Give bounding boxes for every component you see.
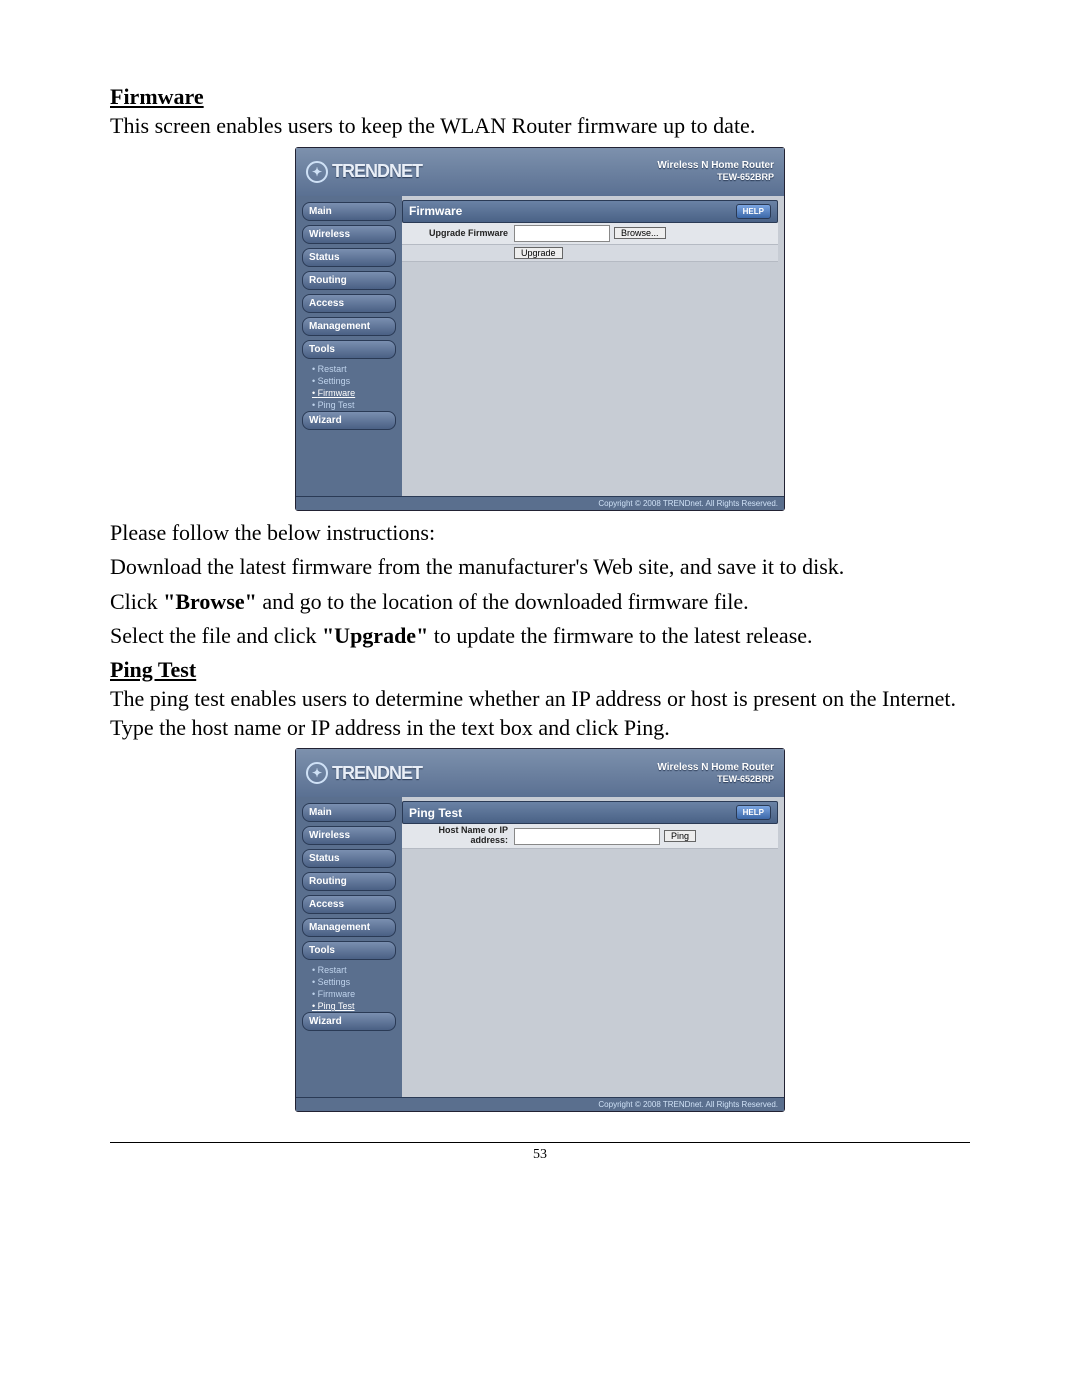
firmware-screenshot: ✦ TRENDNET Wireless N Home Router TEW-65…: [295, 147, 785, 511]
brand-logo: ✦ TRENDNET: [306, 762, 422, 784]
brand-text: TRENDNET: [332, 763, 422, 784]
header-right: Wireless N Home Router TEW-652BRP: [657, 762, 774, 785]
nav-management[interactable]: Management: [302, 317, 396, 336]
nav-access[interactable]: Access: [302, 294, 396, 313]
subnav-firmware[interactable]: Firmware: [302, 387, 396, 399]
nav-wireless[interactable]: Wireless: [302, 225, 396, 244]
content-title: Firmware: [409, 204, 462, 218]
help-button[interactable]: HELP: [736, 204, 771, 219]
instruction-1: Download the latest firmware from the ma…: [110, 553, 970, 582]
ping-screenshot: ✦ TRENDNET Wireless N Home Router TEW-65…: [295, 748, 785, 1112]
instruction-3: Select the file and click "Upgrade" to u…: [110, 622, 970, 651]
upgrade-action-row: Upgrade: [402, 245, 778, 262]
brand-text: TRENDNET: [332, 161, 422, 182]
subnav-restart[interactable]: Restart: [302, 363, 396, 375]
sidebar: Main Wireless Status Routing Access Mana…: [296, 797, 402, 1097]
firmware-heading: Firmware: [110, 84, 970, 110]
router-footer: Copyright © 2008 TRENDnet. All Rights Re…: [296, 1097, 784, 1111]
content-blank: [402, 849, 778, 1069]
nav-management[interactable]: Management: [302, 918, 396, 937]
header-title: Wireless N Home Router: [657, 762, 774, 774]
nav-routing[interactable]: Routing: [302, 271, 396, 290]
subnav-settings[interactable]: Settings: [302, 976, 396, 988]
subnav-settings[interactable]: Settings: [302, 375, 396, 387]
browse-button[interactable]: Browse...: [614, 227, 666, 239]
upgrade-button[interactable]: Upgrade: [514, 247, 563, 259]
globe-icon: ✦: [306, 161, 328, 183]
nav-access[interactable]: Access: [302, 895, 396, 914]
globe-icon: ✦: [306, 762, 328, 784]
upgrade-firmware-row: Upgrade Firmware Browse...: [402, 223, 778, 245]
ping-host-input[interactable]: [514, 828, 660, 845]
nav-routing[interactable]: Routing: [302, 872, 396, 891]
content-area: Ping Test HELP Host Name or IP address: …: [402, 797, 784, 1097]
model-label: TEW-652BRP: [657, 774, 774, 785]
nav-tools[interactable]: Tools: [302, 941, 396, 960]
ping-button[interactable]: Ping: [664, 830, 696, 842]
content-titlebar: Firmware HELP: [402, 200, 778, 223]
page-number: 53: [110, 1147, 970, 1163]
ping-row: Host Name or IP address: Ping: [402, 824, 778, 849]
content-blank: [402, 262, 778, 462]
sidebar: Main Wireless Status Routing Access Mana…: [296, 196, 402, 496]
header-title: Wireless N Home Router: [657, 160, 774, 172]
subnav-firmware[interactable]: Firmware: [302, 988, 396, 1000]
router-header: ✦ TRENDNET Wireless N Home Router TEW-65…: [296, 749, 784, 797]
subnav-ping[interactable]: Ping Test: [302, 399, 396, 411]
firmware-file-input[interactable]: [514, 225, 610, 242]
nav-main[interactable]: Main: [302, 202, 396, 221]
page-rule: [110, 1142, 970, 1143]
nav-status[interactable]: Status: [302, 849, 396, 868]
ping-label: Host Name or IP address:: [406, 826, 514, 846]
router-footer: Copyright © 2008 TRENDnet. All Rights Re…: [296, 496, 784, 510]
nav-wireless[interactable]: Wireless: [302, 826, 396, 845]
nav-wizard[interactable]: Wizard: [302, 411, 396, 430]
model-label: TEW-652BRP: [657, 172, 774, 183]
header-right: Wireless N Home Router TEW-652BRP: [657, 160, 774, 183]
ping-intro: The ping test enables users to determine…: [110, 685, 970, 742]
subnav-restart[interactable]: Restart: [302, 964, 396, 976]
content-titlebar: Ping Test HELP: [402, 801, 778, 824]
content-area: Firmware HELP Upgrade Firmware Browse...: [402, 196, 784, 496]
router-header: ✦ TRENDNET Wireless N Home Router TEW-65…: [296, 148, 784, 196]
nav-wizard[interactable]: Wizard: [302, 1012, 396, 1031]
instructions-lead: Please follow the below instructions:: [110, 519, 970, 548]
content-title: Ping Test: [409, 806, 462, 820]
ping-heading: Ping Test: [110, 657, 970, 683]
nav-main[interactable]: Main: [302, 803, 396, 822]
upgrade-firmware-label: Upgrade Firmware: [406, 228, 514, 238]
nav-tools[interactable]: Tools: [302, 340, 396, 359]
help-button[interactable]: HELP: [736, 805, 771, 820]
brand-logo: ✦ TRENDNET: [306, 161, 422, 183]
nav-status[interactable]: Status: [302, 248, 396, 267]
firmware-intro: This screen enables users to keep the WL…: [110, 112, 970, 141]
instruction-2: Click "Browse" and go to the location of…: [110, 588, 970, 617]
subnav-ping[interactable]: Ping Test: [302, 1000, 396, 1012]
